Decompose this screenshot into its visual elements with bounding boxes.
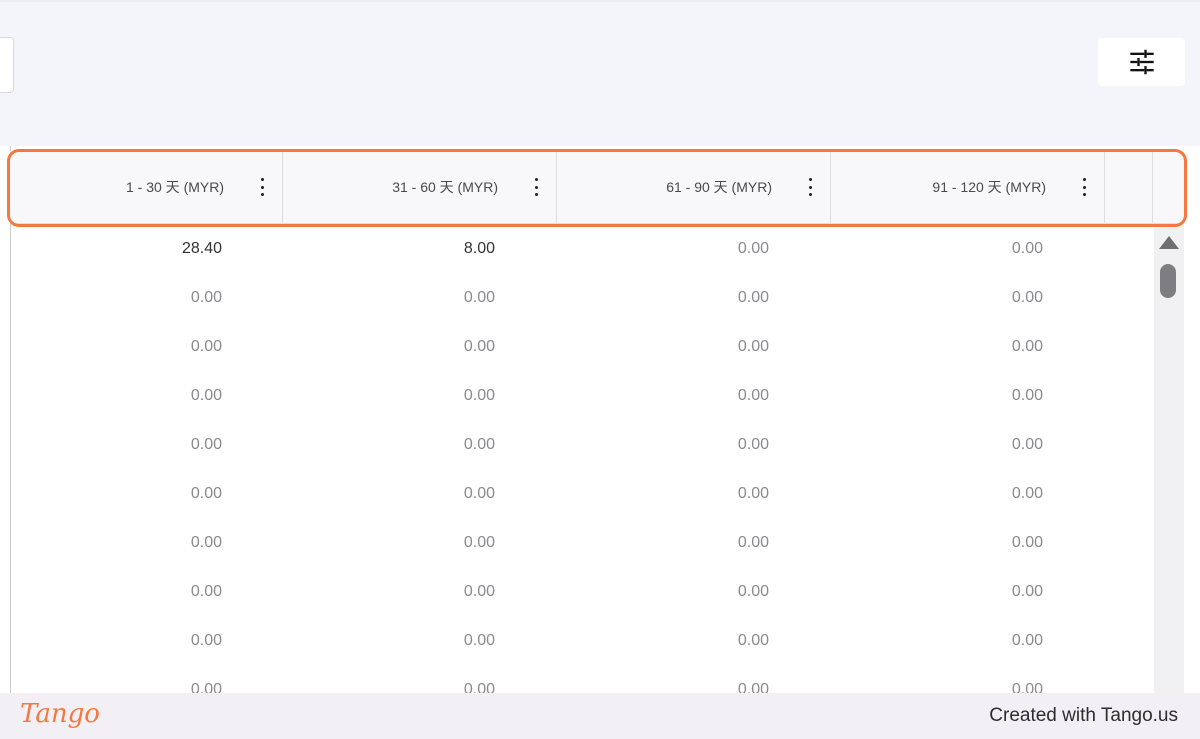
tango-logo: Tango	[20, 699, 100, 729]
table-cell: 0.00	[463, 583, 495, 600]
table-cell: 0.00	[737, 485, 769, 502]
table-row[interactable]: 0.00 0.00 0.00 0.00	[10, 420, 1154, 469]
column-menu-icon[interactable]	[1081, 178, 1087, 196]
column-header-label: 61 - 90 天 (MYR)	[666, 179, 772, 195]
table-cell: 0.00	[463, 485, 495, 502]
table-cell: 0.00	[463, 387, 495, 404]
table-cell: 0.00	[737, 681, 769, 693]
table-cell: 0.00	[1011, 485, 1043, 502]
table-cell: 0.00	[1011, 240, 1043, 257]
table-cell: 0.00	[1011, 583, 1043, 600]
column-header-label: 91 - 120 天 (MYR)	[932, 179, 1046, 195]
column-header-label: 31 - 60 天 (MYR)	[392, 179, 498, 195]
table-cell: 0.00	[463, 681, 495, 693]
table-cell: 0.00	[737, 436, 769, 453]
vertical-scrollbar[interactable]	[1154, 224, 1184, 693]
table-cell: 0.00	[1011, 338, 1043, 355]
table-cell: 0.00	[190, 436, 222, 453]
table-cell: 0.00	[190, 289, 222, 306]
table-cell: 0.00	[190, 534, 222, 551]
scrollbar-thumb[interactable]	[1160, 264, 1176, 298]
table-cell: 0.00	[190, 632, 222, 649]
table-cell: 0.00	[190, 387, 222, 404]
table-cell: 0.00	[190, 485, 222, 502]
top-divider	[0, 0, 1200, 2]
table-cell: 8.00	[463, 240, 495, 257]
search-input[interactable]	[0, 37, 14, 93]
column-menu-icon[interactable]	[259, 178, 265, 196]
column-header-extra	[1105, 151, 1153, 223]
footer-credit: Created with Tango.us	[989, 705, 1178, 726]
table-cell: 0.00	[737, 240, 769, 257]
table-row[interactable]: 0.00 0.00 0.00 0.00	[10, 469, 1154, 518]
column-menu-icon[interactable]	[807, 178, 813, 196]
table-cell: 0.00	[190, 338, 222, 355]
table-cell: 0.00	[737, 632, 769, 649]
table-row[interactable]: 0.00 0.00 0.00 0.00	[10, 322, 1154, 371]
table-cell: 0.00	[737, 534, 769, 551]
table-cell: 0.00	[463, 534, 495, 551]
tango-footer: Tango Created with Tango.us	[0, 693, 1200, 739]
column-header-91-120[interactable]: 91 - 120 天 (MYR)	[831, 151, 1105, 223]
table-row[interactable]: 0.00 0.00 0.00 0.00	[10, 371, 1154, 420]
table-row[interactable]: 0.00 0.00 0.00 0.00	[10, 616, 1154, 665]
table-cell: 0.00	[463, 338, 495, 355]
table-cell: 0.00	[1011, 534, 1043, 551]
sliders-icon	[1129, 49, 1154, 75]
table-cell: 0.00	[1011, 681, 1043, 693]
table-cell: 0.00	[463, 436, 495, 453]
table-row[interactable]: 28.40 8.00 0.00 0.00	[10, 224, 1154, 273]
table-cell: 0.00	[1011, 289, 1043, 306]
table-body: 28.40 8.00 0.00 0.00 0.00 0.00 0.00 0.00…	[10, 224, 1154, 693]
table-row[interactable]: 0.00 0.00 0.00 0.00	[10, 567, 1154, 616]
table-cell: 0.00	[463, 632, 495, 649]
table-cell: 0.00	[737, 583, 769, 600]
table-cell: 28.40	[181, 240, 222, 257]
table-cell: 0.00	[190, 583, 222, 600]
table-cell: 0.00	[737, 289, 769, 306]
table-cell: 0.00	[737, 338, 769, 355]
scroll-up-arrow-icon[interactable]	[1159, 236, 1179, 249]
table-header-row: 1 - 30 天 (MYR) 31 - 60 天 (MYR) 61 - 90 天…	[10, 151, 1184, 224]
table-cell: 0.00	[463, 289, 495, 306]
table-row[interactable]: 0.00 0.00 0.00 0.00	[10, 665, 1154, 693]
table-cell: 0.00	[1011, 632, 1043, 649]
column-header-1-30[interactable]: 1 - 30 天 (MYR)	[10, 151, 283, 223]
column-menu-icon[interactable]	[533, 178, 539, 196]
aging-table: 1 - 30 天 (MYR) 31 - 60 天 (MYR) 61 - 90 天…	[0, 146, 1200, 693]
column-header-31-60[interactable]: 31 - 60 天 (MYR)	[283, 151, 557, 223]
table-cell: 0.00	[1011, 436, 1043, 453]
filter-settings-button[interactable]	[1098, 38, 1185, 86]
column-header-61-90[interactable]: 61 - 90 天 (MYR)	[557, 151, 831, 223]
table-cell: 0.00	[1011, 387, 1043, 404]
app-page: 1 - 30 天 (MYR) 31 - 60 天 (MYR) 61 - 90 天…	[0, 0, 1200, 739]
table-row[interactable]: 0.00 0.00 0.00 0.00	[10, 273, 1154, 322]
table-cell: 0.00	[737, 387, 769, 404]
table-row[interactable]: 0.00 0.00 0.00 0.00	[10, 518, 1154, 567]
table-cell: 0.00	[190, 681, 222, 693]
